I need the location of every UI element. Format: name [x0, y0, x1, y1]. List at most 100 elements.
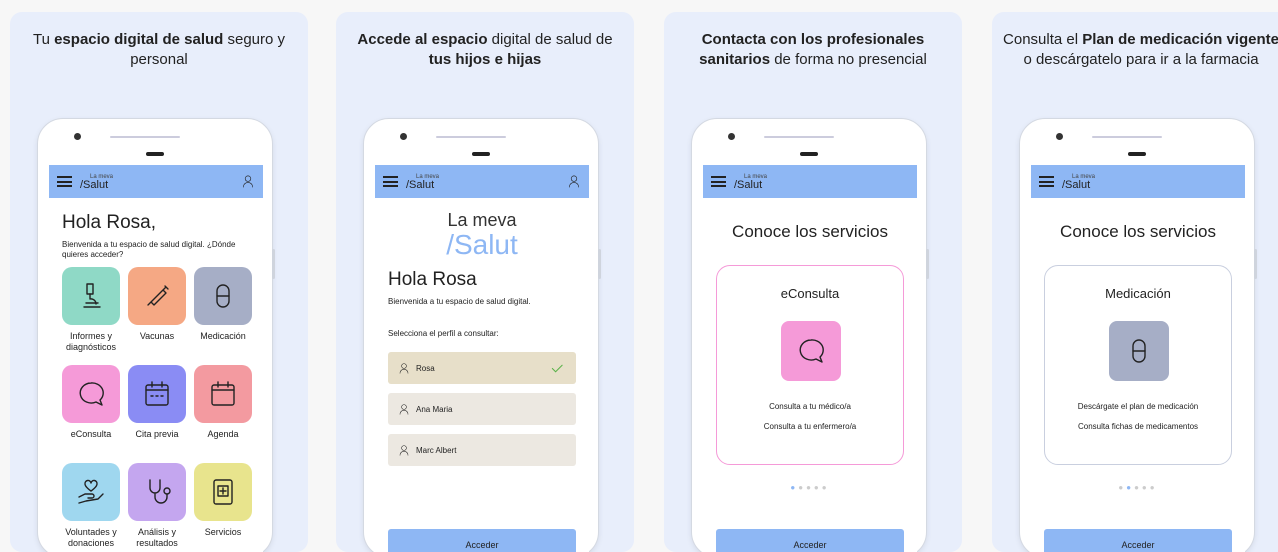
tile-voluntades-y-donaciones[interactable]: [62, 463, 120, 521]
menu-icon[interactable]: [711, 176, 726, 187]
service-description: Consulta a tu enfermero/a: [763, 422, 857, 431]
side-button: [926, 249, 929, 279]
tile-label: Informes y diagnósticos: [65, 331, 117, 352]
services-title: Conoce los servicios: [732, 222, 888, 241]
pill-icon: [216, 284, 230, 308]
side-button: [272, 249, 275, 279]
caption-bold-text: tus hijos e hijas: [428, 51, 542, 68]
carousel-dot[interactable]: ●: [822, 483, 830, 492]
promo-card-1: Tu espacio digital de salud seguro y per…: [10, 12, 308, 552]
service-description: Descárgate el plan de medicación: [1077, 402, 1199, 411]
tile-vacunas[interactable]: [128, 267, 186, 325]
carousel-dot[interactable]: ●: [1126, 483, 1134, 492]
phone-frame: La meva/Salut Conoce los servicios eConsul…: [691, 118, 929, 552]
earpiece: [472, 152, 490, 156]
promo-card-3: Contacta con los profesionales sanitario…: [664, 12, 962, 552]
phone-screen: La meva/Salut Conoce los servicios Medicac…: [1031, 165, 1245, 552]
carousel-dot[interactable]: ●: [814, 483, 822, 492]
carousel-dot[interactable]: ●: [1142, 483, 1150, 492]
service-description: Consulta a tu médico/a: [769, 402, 851, 411]
logo-text: /Salut: [80, 178, 109, 191]
carousel-dot[interactable]: ●: [1134, 483, 1142, 492]
profile-button[interactable]: [241, 174, 253, 188]
brand-logo-top: La meva: [447, 210, 517, 230]
brand-logo: La meva/Salut: [375, 210, 589, 259]
tile-label: Voluntades y donaciones: [65, 527, 117, 548]
phone-screen: La meva/Salut Conoce los servicios eConsul…: [703, 165, 917, 552]
menu-icon[interactable]: [57, 176, 72, 187]
profile-option[interactable]: Ana Maria: [388, 393, 576, 425]
carousel-dot[interactable]: ●: [798, 483, 806, 492]
app-logo: La meva/Salut: [406, 174, 439, 191]
greeting: Hola Rosa,: [62, 212, 156, 233]
brand-logo-main: /Salut: [446, 229, 518, 260]
tile-servicios[interactable]: [194, 463, 252, 521]
pill-icon: [1132, 339, 1146, 363]
phone-frame: La meva/Salut Conoce los servicios Medicac…: [1019, 118, 1257, 552]
tile-label: Cita previa: [135, 429, 179, 439]
tile-label: Medicación: [200, 331, 246, 341]
side-button: [1254, 249, 1257, 279]
profile-name: Marc Albert: [416, 445, 457, 455]
service-card[interactable]: Medicación Descárgate el plan de medicaci…: [1044, 265, 1232, 465]
card-caption: Consulta el Plan de medicación vigente o…: [1002, 30, 1278, 70]
app-logo: La meva/Salut: [1062, 174, 1095, 191]
tile-informes-y-diagn-sticos[interactable]: [62, 267, 120, 325]
carousel-dots: ●●●●●: [1031, 483, 1245, 492]
profile-name: Rosa: [416, 363, 435, 373]
chat-icon: [799, 339, 824, 363]
tile-cita-previa[interactable]: [128, 365, 186, 423]
menu-icon[interactable]: [383, 176, 398, 187]
app-bar: La meva/Salut: [1031, 165, 1245, 198]
user-icon: [399, 445, 409, 456]
service-icon-box: [781, 321, 841, 381]
service-card[interactable]: eConsulta Consulta a tu médico/a Consulta …: [716, 265, 904, 465]
tile-agenda[interactable]: [194, 365, 252, 423]
logo-text: /Salut: [734, 178, 763, 191]
tile-label: Agenda: [207, 429, 239, 439]
tile-label: eConsulta: [70, 429, 112, 439]
menu-icon[interactable]: [1039, 176, 1054, 187]
tile-econsulta[interactable]: [62, 365, 120, 423]
side-button: [598, 249, 601, 279]
check-icon: [551, 364, 563, 373]
caption-text: digital de salud de: [487, 31, 613, 48]
speaker-slot: [1092, 136, 1162, 138]
logo-text: /Salut: [1062, 178, 1091, 191]
app-bar: La meva/Salut: [703, 165, 917, 198]
service-icon-box: [1109, 321, 1169, 381]
logo-text: /Salut: [406, 178, 435, 191]
screenshot-strip: Tu espacio digital de salud seguro y per…: [0, 0, 1278, 552]
tile-label: Vacunas: [139, 331, 175, 341]
phone-screen: La meva/Salut La meva/Salut Hola Rosa Bienv…: [375, 165, 589, 552]
camera-dot: [400, 133, 407, 140]
carousel-dots: ●●●●●: [703, 483, 917, 492]
profile-option[interactable]: Marc Albert: [388, 434, 576, 466]
app-logo: La meva/Salut: [80, 174, 113, 191]
earpiece: [800, 152, 818, 156]
stethoscope-icon: [149, 479, 171, 504]
user-icon: [569, 175, 579, 188]
carousel-dot[interactable]: ●: [1150, 483, 1158, 492]
tile-label: Servicios: [204, 527, 242, 537]
welcome-text: Bienvenida a tu espacio de salud digital…: [62, 240, 236, 259]
tile-label: Análisis y resultados: [136, 527, 178, 548]
speaker-slot: [110, 136, 180, 138]
chat-icon: [79, 382, 104, 406]
app-bar: La meva/Salut: [49, 165, 263, 198]
promo-card-4: Consulta el Plan de medicación vigente o…: [992, 12, 1278, 552]
camera-dot: [1056, 133, 1063, 140]
card-caption: Contacta con los profesionales sanitario…: [674, 30, 952, 70]
caption-text: Consulta el: [1003, 31, 1083, 48]
service-description: Consulta fichas de medicamentos: [1077, 422, 1199, 431]
hand-heart-icon: [78, 479, 104, 504]
tile-medicaci-n[interactable]: [194, 267, 252, 325]
user-icon: [243, 175, 253, 188]
carousel-dot[interactable]: ●: [806, 483, 814, 492]
calendar-icon: [145, 381, 169, 406]
welcome-text: Bienvenida a tu espacio de salud digital…: [388, 297, 531, 306]
profile-button[interactable]: [567, 174, 579, 188]
tile-an-lisis-y-resultados[interactable]: [128, 463, 186, 521]
app-bar: La meva/Salut: [375, 165, 589, 198]
profile-option[interactable]: Rosa: [388, 352, 576, 384]
